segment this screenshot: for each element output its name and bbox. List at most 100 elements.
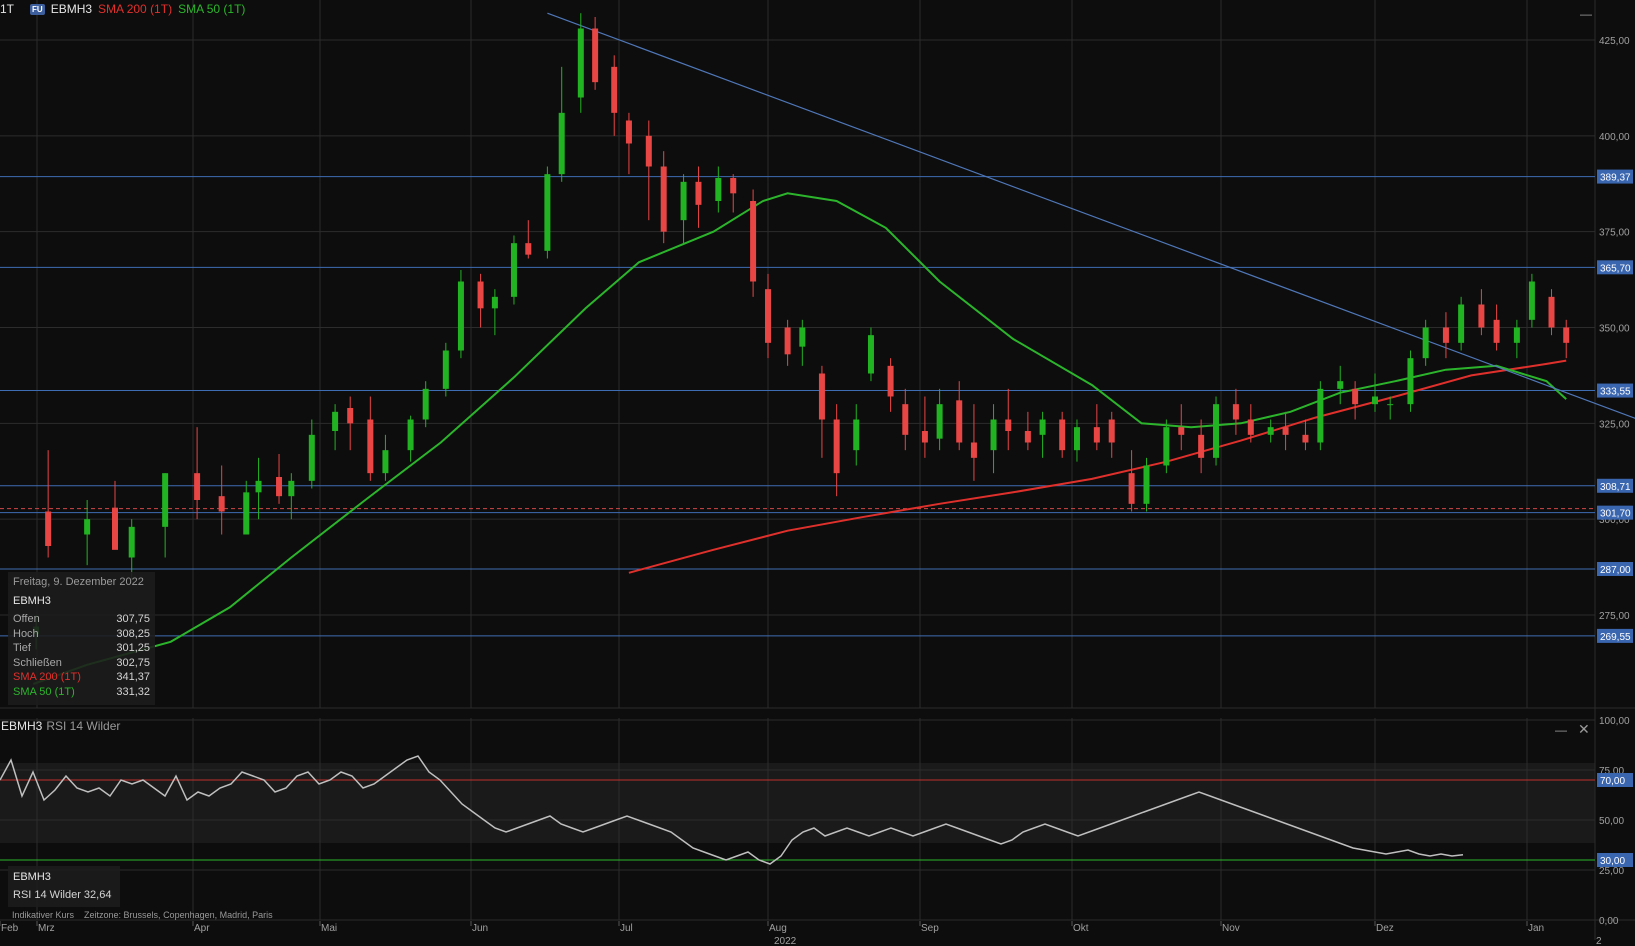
candle-body [695,181,702,205]
info-row-open: Offen 307,75 [13,613,150,625]
level-tag-label: 269,55 [1600,632,1631,643]
candle-body [422,388,429,420]
candle-body [1548,296,1555,328]
candle-body [457,281,464,351]
candle [442,342,449,397]
candle-body [558,112,565,175]
candle-body [577,28,584,98]
symbol-label[interactable]: EBMH3 [51,2,92,16]
candle-body [1143,465,1150,504]
candle-body [1302,434,1309,443]
info-row-sma200: SMA 200 (1T) 341,37 [13,671,150,683]
candle-body [970,442,977,458]
candle-body [1337,381,1344,389]
candle-body [510,243,517,297]
time-tick-label: Mai [321,923,337,934]
candle-body [853,419,860,451]
candle-body [1422,327,1429,359]
rsi-info-symbol: EBMH3 [13,871,51,883]
candle-body [1563,327,1570,343]
sma200-legend[interactable]: SMA 200 (1T) [98,2,172,16]
candle-body [382,450,389,474]
candle-body [1128,473,1135,504]
price-tick-label: 350,00 [1599,324,1630,335]
candle-body [784,327,791,355]
candle-body [799,327,806,347]
candle-body [1039,419,1046,435]
candle-body [1108,419,1115,443]
candle-body [1478,304,1485,328]
candle [750,189,757,297]
candle-body [1458,304,1465,343]
candle-body [112,507,118,550]
level-tag-label: 301,70 [1600,509,1631,520]
timeframe-label[interactable]: 1T [0,2,14,16]
candle-body [1442,327,1449,343]
grid [0,0,1635,946]
rsi-minimize-icon[interactable]: — [1555,724,1567,736]
candle-body [1232,404,1239,420]
ohlc-info-box: Freitag, 9. Dezember 2022 EBMH3 Offen 307… [8,572,155,705]
candle-body [308,434,315,481]
candle-body [818,373,825,420]
candle-body [765,289,771,343]
candle-body [218,496,225,512]
sma50-legend[interactable]: SMA 50 (1T) [178,2,245,16]
candle-body [921,431,928,443]
rsi-header: EBMH3 RSI 14 Wilder [1,719,120,733]
candle [544,166,551,259]
time-tick-label: Jun [472,923,488,934]
candle-body [1178,427,1185,435]
rsi-tick-label: 0,00 [1599,916,1619,927]
candle-body [491,296,498,309]
rsi-level-tag-label: 70,00 [1600,776,1625,787]
instrument-badge: FU [30,3,45,15]
chart-canvas: 425,00400,00375,00350,00325,00300,00275,… [0,0,1635,946]
candle-body [1528,281,1535,320]
candle-body [1267,427,1274,435]
candle-body [407,419,414,451]
info-row-high: Hoch 308,25 [13,627,150,640]
candle-body [288,480,295,497]
candle-body [730,178,737,194]
candle-body [1372,396,1378,405]
rsi-tick-label: 50,00 [1599,816,1624,827]
rsi-symbol-label[interactable]: EBMH3 [1,719,42,733]
price-tick-label: 375,00 [1599,228,1630,239]
timezone-note: Zeitzone: Brussels, Copenhagen, Madrid, … [84,910,273,920]
candle-body [1198,434,1205,458]
candle-body [902,404,909,435]
candle-body [477,281,484,309]
candle-body [625,120,632,144]
candle-body [660,166,667,232]
candle-body [645,135,652,167]
candle [1213,396,1220,466]
candle-body [867,335,874,374]
time-tick-label: Dez [1376,923,1394,934]
rsi-level-tag-label: 30,00 [1600,856,1625,867]
candle-body [1352,388,1359,405]
candle-body [715,178,722,201]
chart-header: 1T FU EBMH3 SMA 200 (1T) SMA 50 (1T) [0,2,245,16]
candle-body [194,473,201,500]
info-row-close: Schließen 302,75 [13,656,150,669]
rsi-info-box: EBMH3 RSI 14 Wilder 32,64 [8,866,120,907]
level-tag-label: 389,37 [1600,173,1631,184]
time-tick-label: Sep [921,923,939,934]
price-tick-label: 400,00 [1599,132,1630,143]
time-tick-label: Nov [1222,923,1240,934]
candle [867,327,874,382]
rsi-close-icon[interactable]: ✕ [1578,722,1590,736]
candle-body [243,492,250,535]
candle-body [956,400,963,443]
info-symbol: EBMH3 [13,595,51,607]
info-date: Freitag, 9. Dezember 2022 [13,576,144,588]
candle-body [332,411,339,431]
candle-body [1407,358,1414,405]
rsi-name-label[interactable]: RSI 14 Wilder [46,719,120,733]
candle-body [592,28,599,83]
minimize-icon[interactable]: — [1580,8,1592,20]
level-tag-label: 365,70 [1600,263,1631,274]
candle-body [347,408,354,424]
candle-body [1387,404,1394,406]
